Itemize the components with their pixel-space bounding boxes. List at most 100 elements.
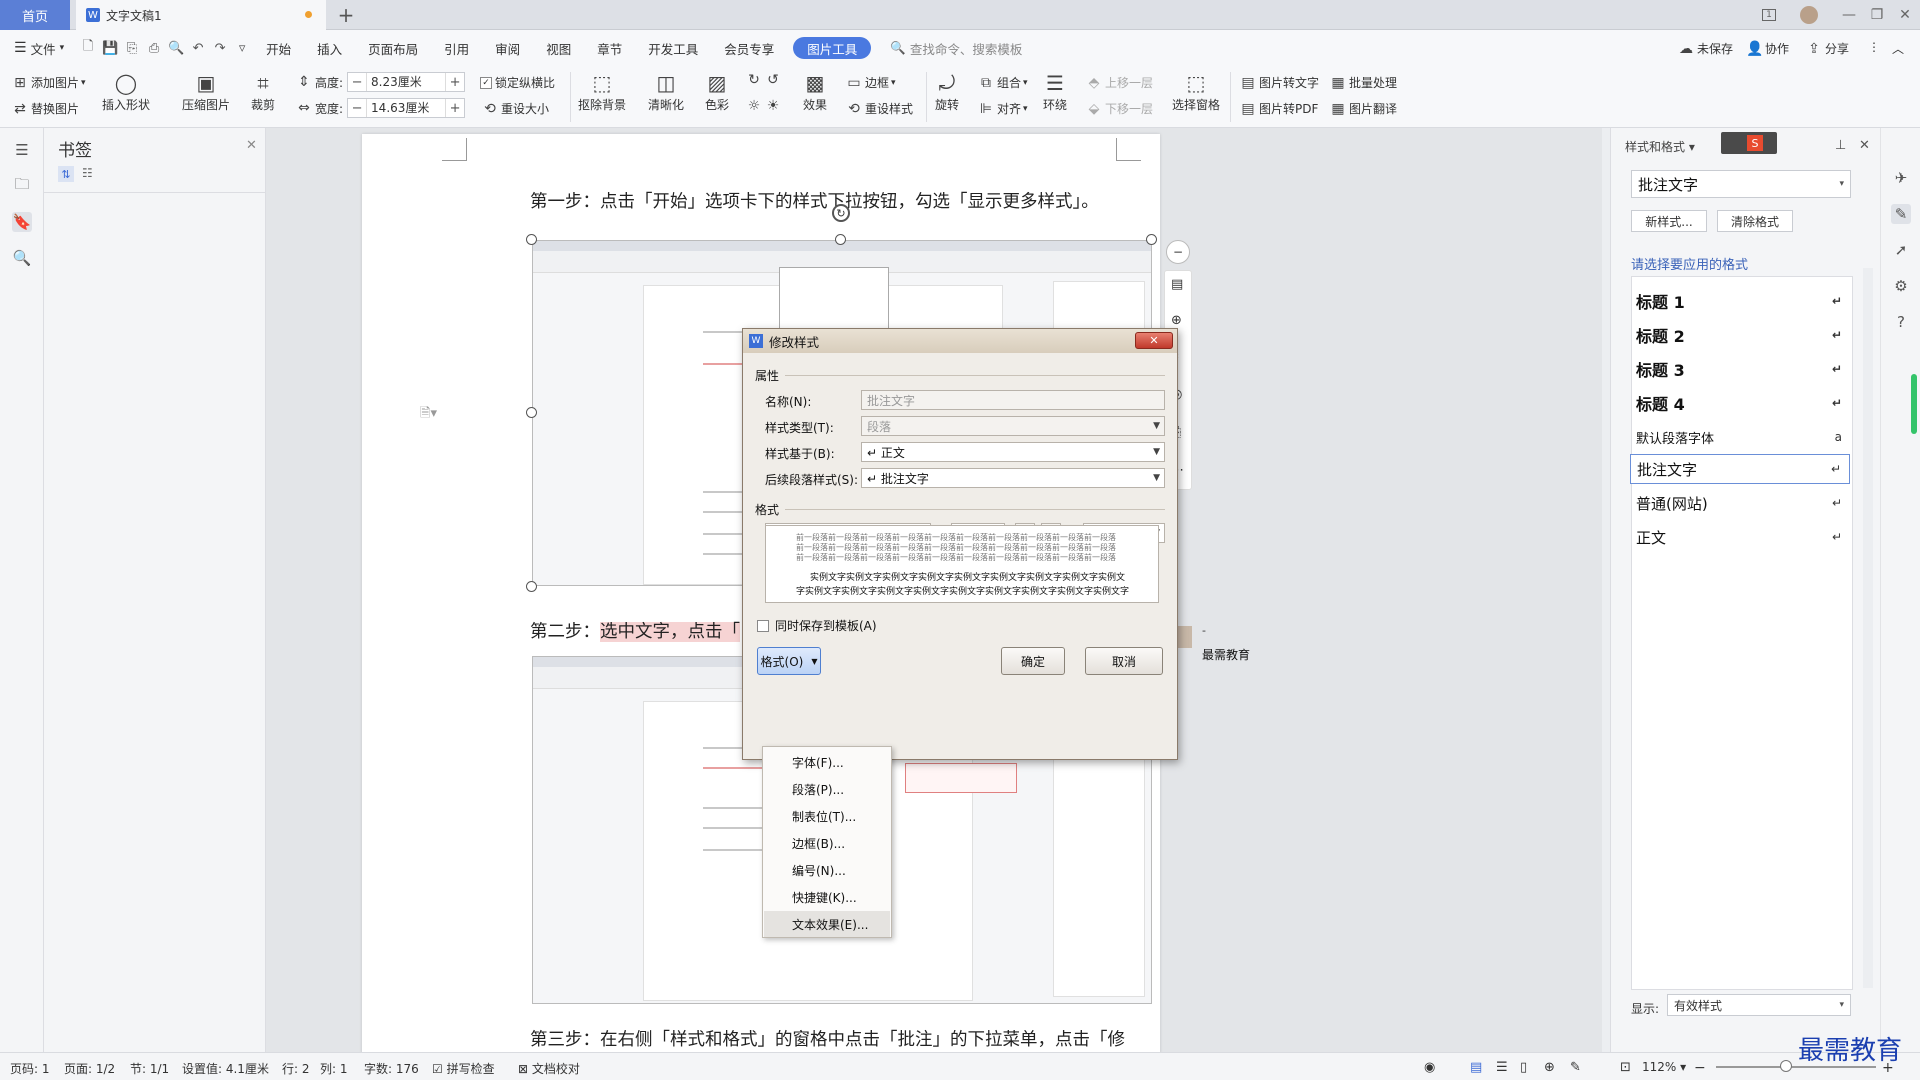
collapse-ribbon-icon[interactable]: ︿: [1892, 40, 1904, 57]
add-image-button[interactable]: ⊞ 添加图片 ▾: [12, 74, 85, 91]
bring-forward-button[interactable]: ⬘ 上移一层: [1086, 74, 1153, 91]
reset-style-button[interactable]: ⟲ 重设样式: [846, 100, 913, 117]
cursor-icon[interactable]: ➚: [1891, 240, 1911, 260]
menu-chapter[interactable]: 章节: [584, 30, 635, 66]
style-name-input[interactable]: 批注文字: [861, 390, 1165, 410]
style-heading-1[interactable]: 标题 1 ↵: [1630, 286, 1850, 316]
undo-icon[interactable]: ↶: [187, 37, 209, 59]
document-scrollbar[interactable]: [1602, 128, 1610, 1052]
menu-start[interactable]: 开始: [253, 30, 304, 66]
command-search[interactable]: 🔍 查找命令、搜索模板: [877, 30, 1035, 66]
collapse-icon[interactable]: −: [1166, 240, 1190, 264]
compress-image-button[interactable]: ▣ 压缩图片: [182, 70, 230, 113]
selection-pane-button[interactable]: ⬚ 选择窗格: [1172, 70, 1220, 113]
new-doc-icon[interactable]: 🗋: [77, 37, 99, 59]
close-icon[interactable]: ✕: [1859, 138, 1870, 153]
style-body-text[interactable]: 正文 ↵: [1630, 522, 1850, 552]
align-button[interactable]: ⊫ 对齐 ▾: [978, 100, 1028, 117]
share-button[interactable]: ⇪ 分享: [1806, 40, 1849, 57]
lock-ratio-checkbox[interactable]: ✓ 锁定纵横比: [480, 74, 555, 91]
reading-view-icon[interactable]: ▯: [1520, 1060, 1527, 1075]
border-button[interactable]: ▭ 边框 ▾: [846, 74, 895, 91]
more-icon[interactable]: ⋮: [1868, 40, 1880, 54]
style-comment-text[interactable]: 批注文字 ↵: [1630, 454, 1850, 484]
effects-button[interactable]: ▩ 效果: [802, 70, 828, 113]
layout-icon[interactable]: ▤: [1171, 277, 1183, 292]
show-filter-select[interactable]: 有效样式 ▾: [1667, 994, 1851, 1016]
home-tab[interactable]: 首页: [0, 0, 70, 30]
menu-borders[interactable]: 边框(B)...: [764, 830, 890, 856]
save-to-template-checkbox[interactable]: 同时保存到模板(A): [757, 617, 877, 634]
proofread-button[interactable]: ⊠ 文档校对: [518, 1060, 580, 1077]
print-preview-icon[interactable]: 🔍: [165, 37, 187, 59]
list-icon[interactable]: ☷: [82, 166, 93, 180]
menu-paragraph[interactable]: 段落(P)...: [764, 776, 890, 802]
menu-numbering[interactable]: 编号(N)...: [764, 857, 890, 883]
fit-page-icon[interactable]: ⊡: [1620, 1060, 1631, 1075]
height-input[interactable]: −8.23厘米 +: [347, 72, 466, 92]
menu-review[interactable]: 审阅: [482, 30, 533, 66]
rotate-handle-icon[interactable]: ↻: [832, 204, 850, 222]
customize-icon[interactable]: ▿: [231, 37, 253, 59]
ok-button[interactable]: 确定: [1001, 647, 1065, 675]
unsaved-button[interactable]: ☁ 未保存: [1678, 40, 1733, 57]
menu-developer[interactable]: 开发工具: [635, 30, 711, 66]
zoom-slider-thumb[interactable]: [1780, 1060, 1792, 1072]
reset-size-button[interactable]: ⟲ 重设大小: [482, 100, 549, 117]
replace-image-button[interactable]: ⇄ 替换图片: [12, 100, 79, 117]
next-style-select[interactable]: ↵ 批注文字 ▼: [861, 468, 1165, 488]
style-heading-4[interactable]: 标题 4 ↵: [1630, 388, 1850, 418]
zoom-level[interactable]: 112% ▾: [1642, 1060, 1686, 1074]
sort-icon[interactable]: ⇅: [58, 166, 74, 182]
style-list-scrollbar[interactable]: [1863, 268, 1873, 988]
print-icon[interactable]: ⎙: [143, 37, 165, 59]
menu-page-layout[interactable]: 页面布局: [355, 30, 431, 66]
navigation-icon[interactable]: ☰: [12, 140, 32, 160]
style-default-paragraph-font[interactable]: 默认段落字体 a: [1630, 422, 1850, 452]
help-icon[interactable]: ?: [1891, 312, 1911, 332]
web-view-icon[interactable]: ⊕: [1544, 1060, 1555, 1075]
rocket-icon[interactable]: ✈: [1891, 168, 1911, 188]
color-button[interactable]: ▨ 色彩: [704, 70, 730, 113]
menu-view[interactable]: 视图: [533, 30, 584, 66]
status-pages[interactable]: 页面: 1/2: [64, 1060, 115, 1077]
paragraph-mark-icon[interactable]: 🗎▾: [420, 404, 437, 426]
group-button[interactable]: ⧉ 组合 ▾: [978, 74, 1028, 91]
outline-view-icon[interactable]: ☰: [1496, 1060, 1508, 1075]
zoom-out-icon[interactable]: −: [1694, 1060, 1706, 1076]
menu-text-effects[interactable]: 文本效果(E)...: [764, 911, 890, 937]
document-tab[interactable]: W 文字文稿1: [76, 0, 326, 30]
page-view-icon[interactable]: ▤: [1470, 1060, 1482, 1075]
width-input[interactable]: −14.63厘米 +: [347, 98, 466, 118]
menu-shortcut[interactable]: 快捷键(K)...: [764, 884, 890, 910]
style-type-select[interactable]: 段落 ▼: [861, 416, 1165, 436]
wrap-button[interactable]: ☰ 环绕: [1042, 70, 1068, 113]
send-backward-button[interactable]: ⬙ 下移一层: [1086, 100, 1153, 117]
crop-button[interactable]: ⌗ 裁剪: [250, 70, 276, 113]
sharpen-button[interactable]: ◫ 清晰化: [648, 70, 684, 113]
status-word-count[interactable]: 字数: 176: [364, 1060, 419, 1077]
new-style-button[interactable]: 新样式...: [1631, 210, 1707, 232]
remove-background-button[interactable]: ⬚ 抠除背景: [578, 70, 626, 113]
style-heading-2[interactable]: 标题 2 ↵: [1630, 320, 1850, 350]
current-style-select[interactable]: 批注文字 ▾: [1631, 170, 1851, 198]
based-on-select[interactable]: ↵ 正文 ▼: [861, 442, 1165, 462]
style-normal-web[interactable]: 普通(网站) ↵: [1630, 488, 1850, 518]
menu-picture-tools[interactable]: 图片工具: [793, 37, 872, 59]
clear-format-button[interactable]: 清除格式: [1717, 210, 1793, 232]
avatar[interactable]: [1792, 0, 1826, 30]
new-tab-button[interactable]: +: [334, 3, 358, 27]
menu-references[interactable]: 引用: [431, 30, 482, 66]
export-icon[interactable]: ⎘: [121, 37, 143, 59]
save-icon[interactable]: 💾: [99, 37, 121, 59]
pen-icon[interactable]: ✎: [1891, 204, 1911, 224]
pen-icon[interactable]: ✎: [1570, 1060, 1581, 1075]
style-heading-3[interactable]: 标题 3 ↵: [1630, 354, 1850, 384]
menu-insert[interactable]: 插入: [304, 30, 355, 66]
eye-protection-icon[interactable]: ◉: [1424, 1060, 1435, 1075]
menu-tabs[interactable]: 制表位(T)...: [764, 803, 890, 829]
collab-button[interactable]: 👤 协作: [1746, 40, 1789, 57]
image-to-text-button[interactable]: ▤ 图片转文字: [1240, 74, 1319, 91]
input-method-icon[interactable]: S: [1721, 132, 1777, 154]
settings-icon[interactable]: ⚙: [1891, 276, 1911, 296]
